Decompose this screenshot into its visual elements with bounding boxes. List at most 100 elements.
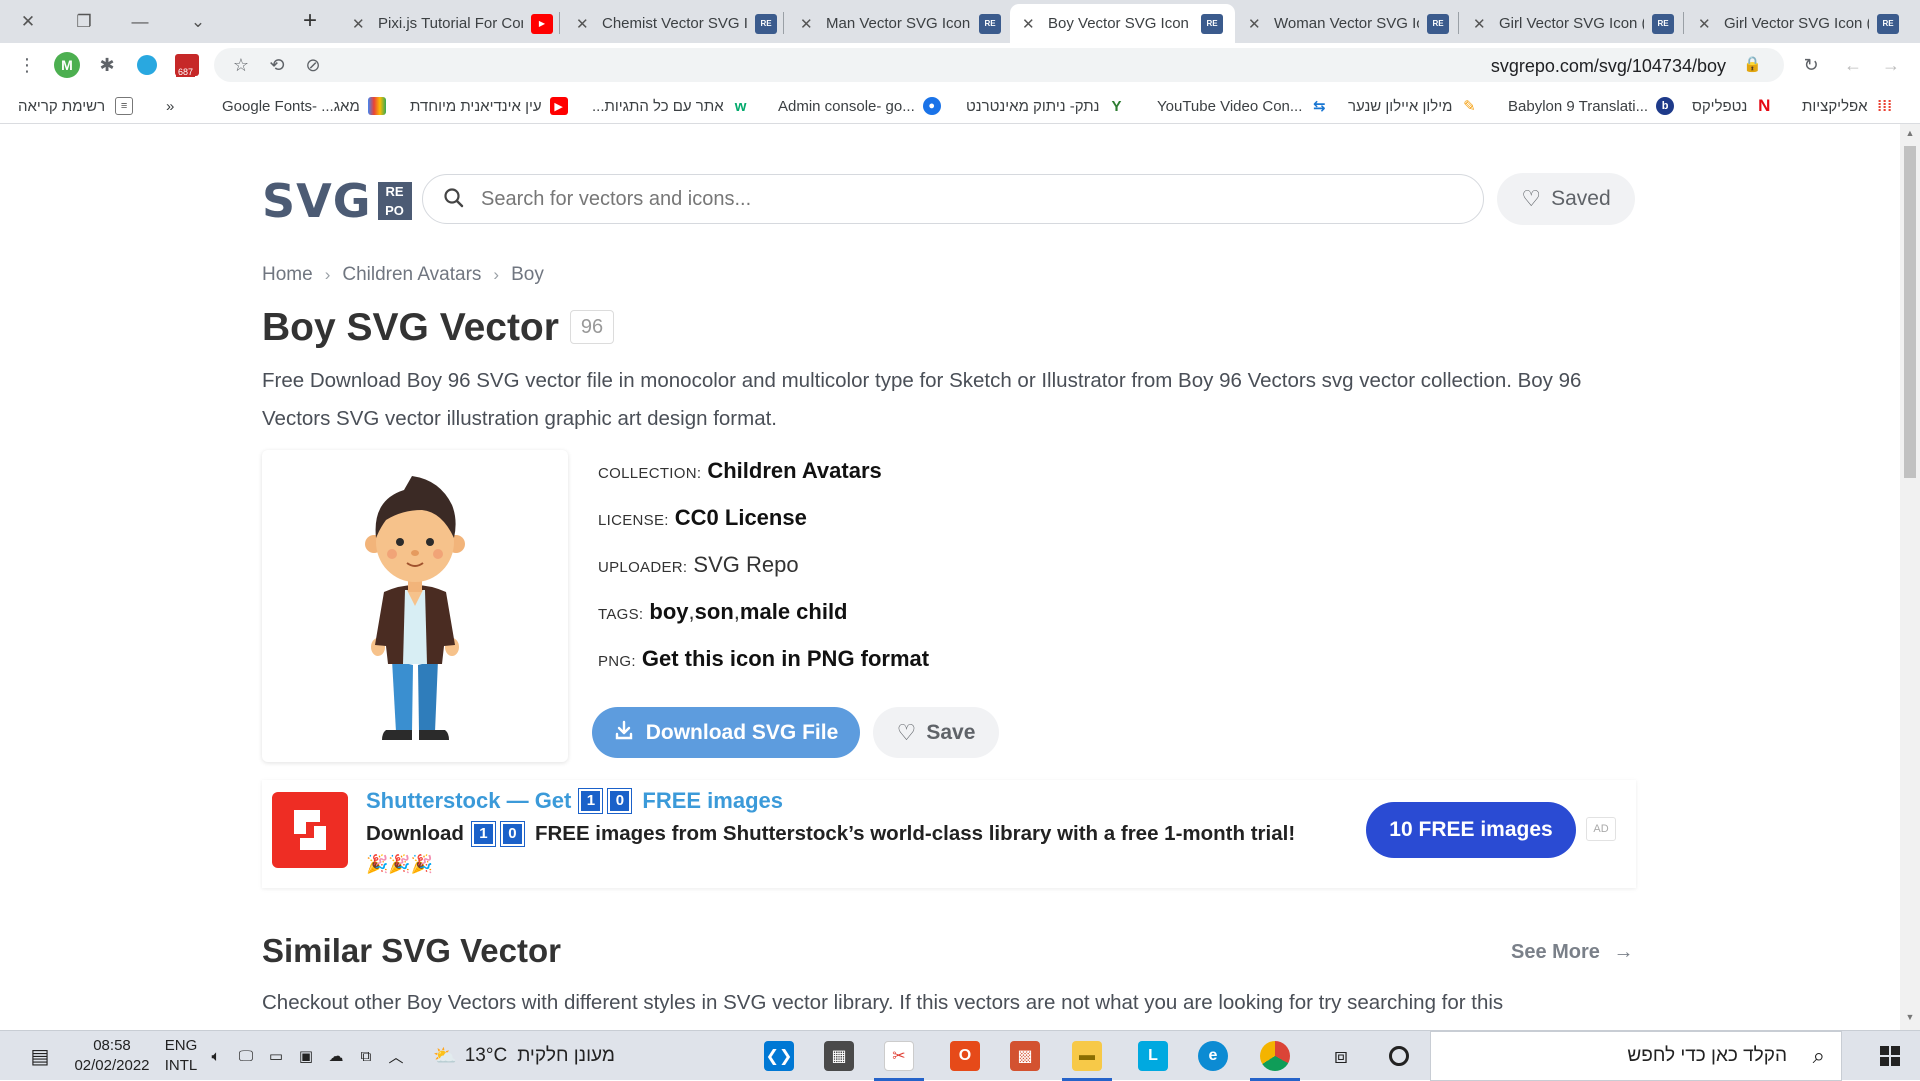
vscode-icon[interactable]: ❮❯	[750, 1031, 808, 1081]
bookmark-item[interactable]: Babylon 9 Translati... b	[1508, 95, 1675, 117]
address-bar[interactable]: ☆ ⟲ ⊘ svgrepo.com/svg/104734/boy 🔒	[214, 48, 1784, 82]
browser-tab[interactable]: ✕ Girl Vector SVG Icon ( RE	[1686, 4, 1911, 43]
share-icon[interactable]: ⟲	[262, 50, 292, 80]
see-more-link[interactable]: See More →	[1511, 941, 1634, 964]
chrome-icon[interactable]	[1246, 1031, 1304, 1081]
close-tab-icon[interactable]: ✕	[1248, 15, 1266, 33]
l-app-icon[interactable]: L	[1124, 1031, 1182, 1081]
bookmark-item[interactable]: אפליקציות ⁞⁞⁞	[1802, 95, 1894, 117]
chevron-up-icon[interactable]: ︿	[384, 1031, 408, 1081]
ad-label: AD	[1586, 817, 1616, 841]
start-button[interactable]	[1862, 1031, 1918, 1081]
cortana-icon[interactable]	[1370, 1031, 1428, 1081]
bookmark-item[interactable]: מילון איילון שנער ✎	[1348, 95, 1479, 117]
scroll-down-icon[interactable]: ▼	[1904, 1012, 1916, 1026]
bookmark-item[interactable]: Admin console- go... ●	[778, 95, 941, 117]
star-icon[interactable]: ☆	[226, 50, 256, 80]
saved-button[interactable]: ♡ Saved	[1497, 173, 1635, 225]
site-logo[interactable]: SVG RE PO	[262, 174, 412, 228]
bookmark-item[interactable]: עין אינדיאנית מיוחדת ▶	[410, 95, 568, 117]
volume-icon[interactable]: 🔈︎	[204, 1031, 228, 1081]
bookmarks-overflow-button[interactable]: »	[166, 95, 174, 117]
extension-button[interactable]	[132, 50, 162, 80]
bookmark-item[interactable]: Google Fonts- ...מאג	[222, 95, 386, 117]
bookmark-item[interactable]: ...אתר עם כל התגיות w	[592, 95, 750, 117]
paint-icon[interactable]: ✂	[870, 1031, 928, 1081]
battery-icon[interactable]: ▭	[264, 1031, 288, 1081]
ad-body-text: FREE images from Shutterstock’s world-cl…	[534, 822, 1296, 845]
download-icon	[614, 720, 634, 746]
browser-tab[interactable]: ✕ Girl Vector SVG Icon ( RE	[1461, 4, 1686, 43]
download-svg-button[interactable]: Download SVG File	[592, 707, 860, 758]
display-icon[interactable]: ▣	[294, 1031, 318, 1081]
collection-link[interactable]: Children Avatars	[707, 458, 881, 484]
taskbar-search[interactable]: הקלד כאן כדי לחפש ⌕	[1430, 1031, 1842, 1081]
network-icon[interactable]: 🖵	[234, 1031, 258, 1081]
office-icon[interactable]: O	[936, 1031, 994, 1081]
close-tab-icon[interactable]: ✕	[1698, 15, 1716, 33]
weather-widget[interactable]: ⛅ 13°C מעונן חלקית	[424, 1031, 624, 1081]
back-button[interactable]: ←	[1838, 50, 1868, 80]
scroll-thumb[interactable]	[1904, 146, 1916, 478]
clock[interactable]: 08:58 02/02/2022	[70, 1031, 154, 1081]
browser-tab[interactable]: ✕ Man Vector SVG Icon RE	[788, 4, 1013, 43]
bookmark-item[interactable]: נתק- ניתוק מאינטרנט Y	[966, 95, 1126, 117]
keyboard-layout: INTL	[164, 1057, 198, 1074]
close-window-button[interactable]: ✕	[0, 0, 56, 43]
onedrive-icon[interactable]: ☁	[324, 1031, 348, 1081]
edge-icon[interactable]: e	[1184, 1031, 1242, 1081]
close-tab-icon[interactable]: ✕	[576, 15, 594, 33]
language-indicator[interactable]: ENG INTL	[158, 1031, 204, 1081]
license-link[interactable]: CC0 License	[675, 505, 807, 531]
notifications-button[interactable]: ▤	[22, 1031, 58, 1081]
calculator-icon[interactable]: ▦	[810, 1031, 868, 1081]
close-icon: ✕	[20, 11, 36, 31]
ad-cta-button[interactable]: 10 FREE images	[1366, 802, 1576, 858]
search-input[interactable]	[481, 185, 1441, 213]
meet-now-icon[interactable]: ⧉	[354, 1031, 378, 1081]
close-tab-icon[interactable]: ✕	[352, 15, 370, 33]
forward-button[interactable]: →	[1876, 50, 1906, 80]
tag-link[interactable]: male child	[740, 599, 848, 625]
reload-button[interactable]: ↻	[1796, 50, 1826, 80]
shutterstock-ad[interactable]: Shutterstock — Get 1 0 FREE images Downl…	[262, 780, 1636, 888]
bookmark-reading-list[interactable]: רשימת קריאה ≡	[18, 95, 134, 117]
breadcrumb-home[interactable]: Home	[262, 264, 313, 286]
browser-tab[interactable]: ✕ Chemist Vector SVG I RE	[564, 4, 789, 43]
mail-extension-button[interactable]: 687	[172, 50, 202, 80]
powerpoint-icon[interactable]: ▩	[996, 1031, 1054, 1081]
page-scrollbar[interactable]: ▲ ▼	[1900, 124, 1920, 1030]
lock-icon[interactable]: 🔒	[1743, 55, 1762, 73]
minimize-window-button[interactable]: —	[112, 0, 168, 43]
breadcrumb-current[interactable]: Boy	[511, 264, 544, 286]
browser-tab[interactable]: ✕ Woman Vector SVG Ic RE	[1236, 4, 1461, 43]
bookmark-item[interactable]: נטפליקס N	[1692, 95, 1774, 117]
eye-off-icon[interactable]: ⊘	[298, 50, 328, 80]
tag-link[interactable]: boy	[649, 599, 688, 625]
browser-tab-active[interactable]: ✕ Boy Vector SVG Icon ( RE	[1010, 4, 1235, 43]
similar-section-title: Similar SVG Vector	[262, 932, 561, 969]
file-explorer-icon[interactable]: ▬	[1058, 1031, 1116, 1081]
tab-search-button[interactable]: ⌄	[170, 0, 226, 43]
see-more-label: See More	[1511, 941, 1600, 963]
browser-tab[interactable]: ✕ Pixi.js Tutorial For Con ▶	[340, 4, 565, 43]
profile-button[interactable]: M	[52, 50, 82, 80]
ad-headline[interactable]: Shutterstock — Get 1 0 FREE images	[366, 788, 783, 814]
restore-window-button[interactable]: ❐	[56, 0, 112, 43]
bookmark-item[interactable]: YouTube Video Con... ⇆	[1157, 95, 1329, 117]
url-text[interactable]: svgrepo.com/svg/104734/boy	[1491, 56, 1726, 77]
bookmark-label: אפליקציות	[1802, 97, 1868, 115]
new-tab-button[interactable]: +	[292, 6, 328, 36]
search-bar[interactable]	[422, 174, 1484, 224]
close-tab-icon[interactable]: ✕	[1473, 15, 1491, 33]
scroll-up-icon[interactable]: ▲	[1904, 128, 1916, 142]
breadcrumb-collection[interactable]: Children Avatars	[342, 264, 481, 286]
browser-menu-button[interactable]: ⋮	[12, 50, 42, 80]
extensions-button[interactable]: ✱	[92, 50, 122, 80]
close-tab-icon[interactable]: ✕	[1022, 15, 1040, 33]
task-view-icon[interactable]: ⧈	[1312, 1031, 1370, 1081]
save-button[interactable]: ♡ Save	[873, 707, 999, 758]
png-link[interactable]: Get this icon in PNG format	[642, 646, 929, 672]
close-tab-icon[interactable]: ✕	[800, 15, 818, 33]
tag-link[interactable]: son	[695, 599, 734, 625]
